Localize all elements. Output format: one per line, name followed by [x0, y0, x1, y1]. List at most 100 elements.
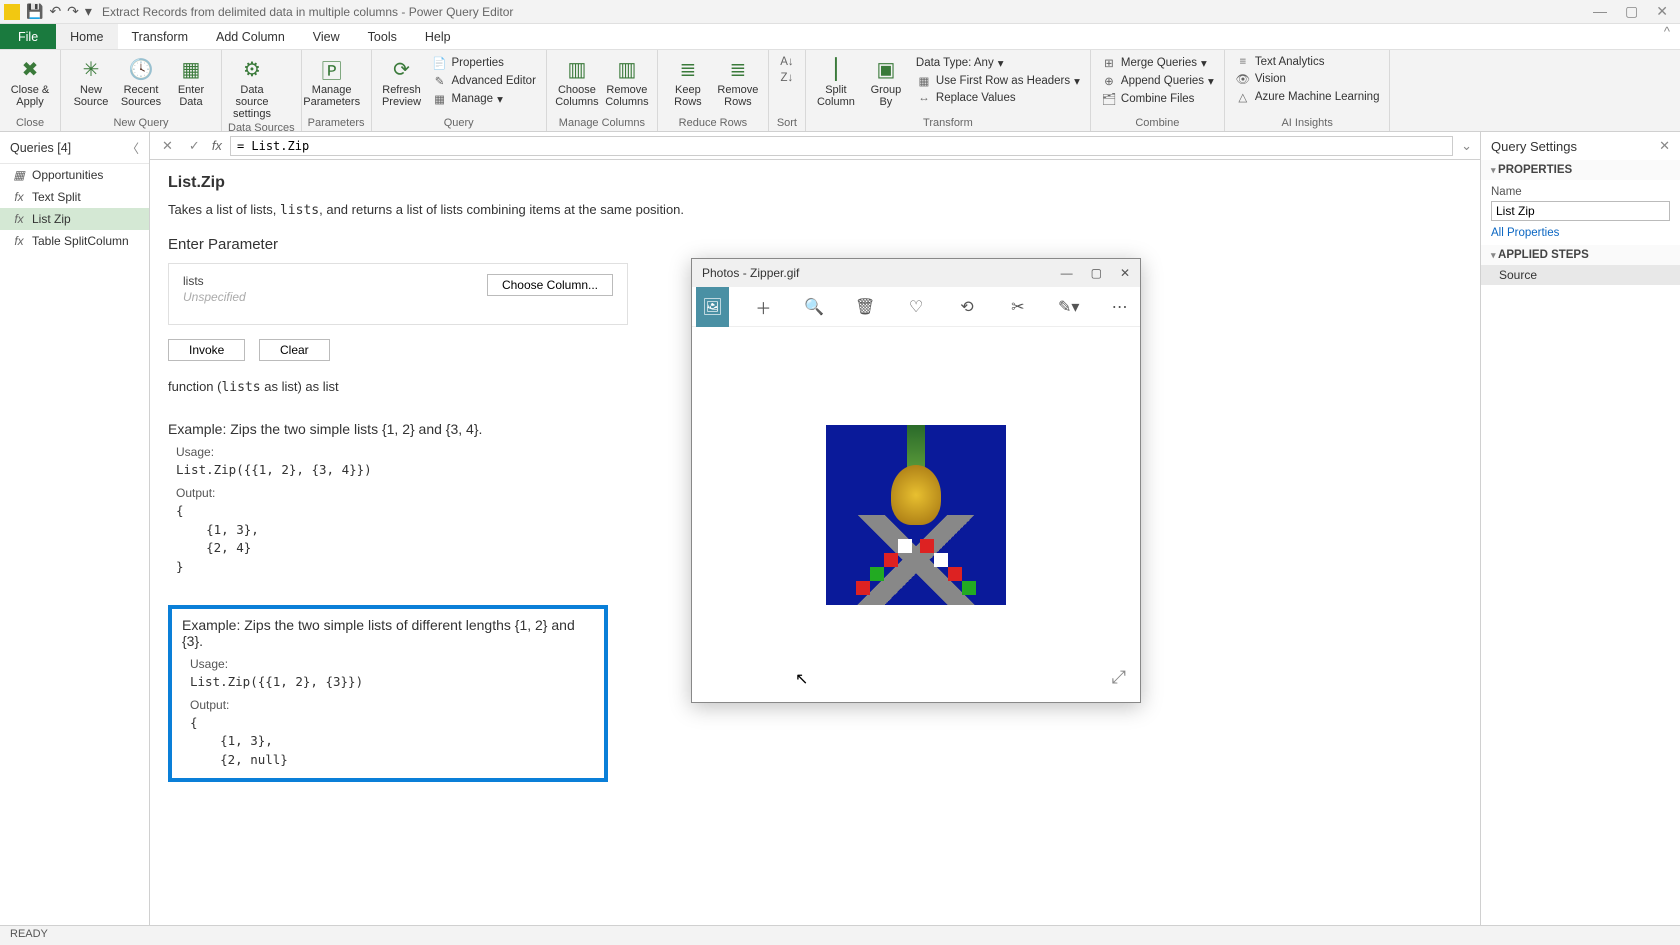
- photos-maximize-icon[interactable]: ▢: [1091, 266, 1102, 280]
- tab-home[interactable]: Home: [56, 24, 117, 49]
- window-controls: — ▢ ✕: [1593, 3, 1676, 20]
- first-row-headers-button[interactable]: ▦Use First Row as Headers ▾: [912, 72, 1084, 90]
- photos-close-icon[interactable]: ✕: [1120, 266, 1130, 280]
- photos-more-icon[interactable]: ⋯: [1103, 287, 1136, 327]
- formula-input[interactable]: [230, 136, 1453, 156]
- photos-minimize-icon[interactable]: —: [1061, 266, 1073, 280]
- applied-steps-section[interactable]: APPLIED STEPS: [1481, 245, 1680, 265]
- redo-icon[interactable]: ↷: [67, 3, 79, 20]
- append-queries-button[interactable]: ⊕Append Queries ▾: [1097, 72, 1218, 90]
- properties-section[interactable]: PROPERTIES: [1481, 160, 1680, 180]
- refresh-preview-button[interactable]: ⟳Refresh Preview: [378, 52, 426, 108]
- photos-view-icon[interactable]: 🖼: [696, 287, 729, 327]
- tab-view[interactable]: View: [299, 24, 354, 49]
- qat-dropdown-icon[interactable]: ▾: [85, 3, 92, 20]
- split-column-icon: ⎮: [822, 56, 850, 82]
- formula-expand-icon[interactable]: ⌄: [1461, 138, 1472, 154]
- group-by-button[interactable]: ▣Group By: [862, 52, 910, 108]
- photos-fullscreen-icon[interactable]: ⤢: [1112, 667, 1126, 688]
- enter-parameter-title: Enter Parameter: [168, 236, 1462, 253]
- group-sort: Sort: [775, 115, 799, 131]
- photos-zoom-icon[interactable]: 🔍: [798, 287, 831, 327]
- query-item-opportunities[interactable]: ▦Opportunities: [0, 164, 149, 186]
- minimize-icon[interactable]: —: [1593, 3, 1607, 20]
- fx-label-icon: fx: [212, 138, 222, 153]
- photos-window[interactable]: Photos - Zipper.gif — ▢ ✕ 🖼 ＋ 🔍 🗑 ♡ ⟲ ✂ …: [691, 258, 1141, 703]
- group-by-icon: ▣: [872, 56, 900, 82]
- manage-parameters-button[interactable]: 🄿Manage Parameters: [308, 52, 356, 108]
- merge-queries-button[interactable]: ⊞Merge Queries ▾: [1097, 54, 1218, 72]
- close-apply-button[interactable]: ✖ Close & Apply: [6, 52, 54, 108]
- keep-rows-button[interactable]: ≣Keep Rows: [664, 52, 712, 108]
- properties-button[interactable]: 📄Properties: [428, 54, 540, 72]
- new-source-button[interactable]: ✳New Source: [67, 52, 115, 108]
- data-type-button[interactable]: Data Type: Any ▾: [912, 54, 1084, 72]
- close-icon[interactable]: ✕: [1656, 3, 1668, 20]
- parameter-block: Choose Column... lists Unspecified: [168, 263, 628, 325]
- photos-edit-icon[interactable]: ✎▾: [1052, 287, 1085, 327]
- fx-icon: fx: [12, 234, 26, 248]
- recent-sources-button[interactable]: 🕓Recent Sources: [117, 52, 165, 108]
- azure-ml-button[interactable]: △Azure Machine Learning: [1231, 88, 1384, 106]
- query-item-table-splitcolumn[interactable]: fxTable SplitColumn: [0, 230, 149, 252]
- advanced-editor-button[interactable]: ✎Advanced Editor: [428, 72, 540, 90]
- choose-column-button[interactable]: Choose Column...: [487, 274, 613, 296]
- tab-tools[interactable]: Tools: [354, 24, 411, 49]
- photos-delete-icon[interactable]: 🗑: [849, 287, 882, 327]
- clear-button[interactable]: Clear: [259, 339, 330, 361]
- remove-rows-button[interactable]: ≣Remove Rows: [714, 52, 762, 108]
- maximize-icon[interactable]: ▢: [1625, 3, 1638, 20]
- replace-icon: ↔: [916, 92, 932, 104]
- function-description: Takes a list of lists, lists, and return…: [168, 202, 1462, 218]
- query-item-list-zip[interactable]: fxList Zip: [0, 208, 149, 230]
- tab-help[interactable]: Help: [411, 24, 465, 49]
- photos-title-bar[interactable]: Photos - Zipper.gif — ▢ ✕: [692, 259, 1140, 287]
- photos-rotate-icon[interactable]: ⟲: [950, 287, 983, 327]
- formula-cancel-icon[interactable]: ✕: [158, 138, 177, 154]
- enter-data-icon: ▦: [177, 56, 205, 82]
- photos-favorite-icon[interactable]: ♡: [900, 287, 933, 327]
- invoke-button[interactable]: Invoke: [168, 339, 245, 361]
- split-column-button[interactable]: ⎮Split Column: [812, 52, 860, 108]
- tab-add-column[interactable]: Add Column: [202, 24, 299, 49]
- example-2-usage: List.Zip({{1, 2}, {3}}): [190, 673, 594, 692]
- query-name-input[interactable]: [1491, 201, 1670, 221]
- step-source[interactable]: Source: [1481, 265, 1680, 285]
- query-item-text-split[interactable]: fxText Split: [0, 186, 149, 208]
- close-settings-icon[interactable]: ✕: [1659, 138, 1670, 154]
- name-label: Name: [1491, 186, 1670, 198]
- all-properties-link[interactable]: All Properties: [1491, 227, 1670, 239]
- replace-values-button[interactable]: ↔Replace Values: [912, 90, 1084, 106]
- data-source-settings-button[interactable]: ⚙Data source settings: [228, 52, 276, 120]
- tab-transform[interactable]: Transform: [118, 24, 203, 49]
- photos-add-icon[interactable]: ＋: [747, 287, 780, 327]
- collapse-queries-icon[interactable]: 〈: [126, 138, 139, 157]
- title-bar: 💾 ↶ ↷ ▾ Extract Records from delimited d…: [0, 0, 1680, 24]
- vision-button[interactable]: 👁Vision: [1231, 70, 1384, 88]
- tab-file[interactable]: File: [0, 24, 56, 49]
- remove-columns-button[interactable]: ▥Remove Columns: [603, 52, 651, 108]
- status-bar: READY: [0, 925, 1680, 945]
- append-icon: ⊕: [1101, 74, 1117, 88]
- function-name: List.Zip: [168, 174, 1462, 192]
- group-close: Close: [6, 115, 54, 131]
- text-analytics-icon: ≡: [1235, 56, 1251, 68]
- combine-files-icon: 🗂: [1101, 92, 1117, 106]
- undo-icon[interactable]: ↶: [49, 3, 61, 20]
- data-source-settings-icon: ⚙: [238, 56, 266, 82]
- enter-data-button[interactable]: ▦Enter Data: [167, 52, 215, 108]
- recent-sources-icon: 🕓: [127, 56, 155, 82]
- choose-columns-button[interactable]: ▥Choose Columns: [553, 52, 601, 108]
- text-analytics-button[interactable]: ≡Text Analytics: [1231, 54, 1384, 70]
- formula-accept-icon[interactable]: ✓: [185, 138, 204, 154]
- sort-desc-button[interactable]: Z↓: [775, 70, 799, 86]
- group-transform: Transform: [812, 115, 1084, 131]
- combine-files-button[interactable]: 🗂Combine Files: [1097, 90, 1218, 108]
- save-icon[interactable]: 💾: [26, 3, 43, 20]
- keep-rows-icon: ≣: [674, 56, 702, 82]
- photos-crop-icon[interactable]: ✂: [1001, 287, 1034, 327]
- manage-button[interactable]: ▦Manage ▾: [428, 90, 540, 108]
- sort-asc-button[interactable]: A↓: [775, 54, 799, 70]
- zipper-image: [826, 425, 1006, 605]
- ribbon-collapse-icon[interactable]: ^: [1654, 24, 1680, 49]
